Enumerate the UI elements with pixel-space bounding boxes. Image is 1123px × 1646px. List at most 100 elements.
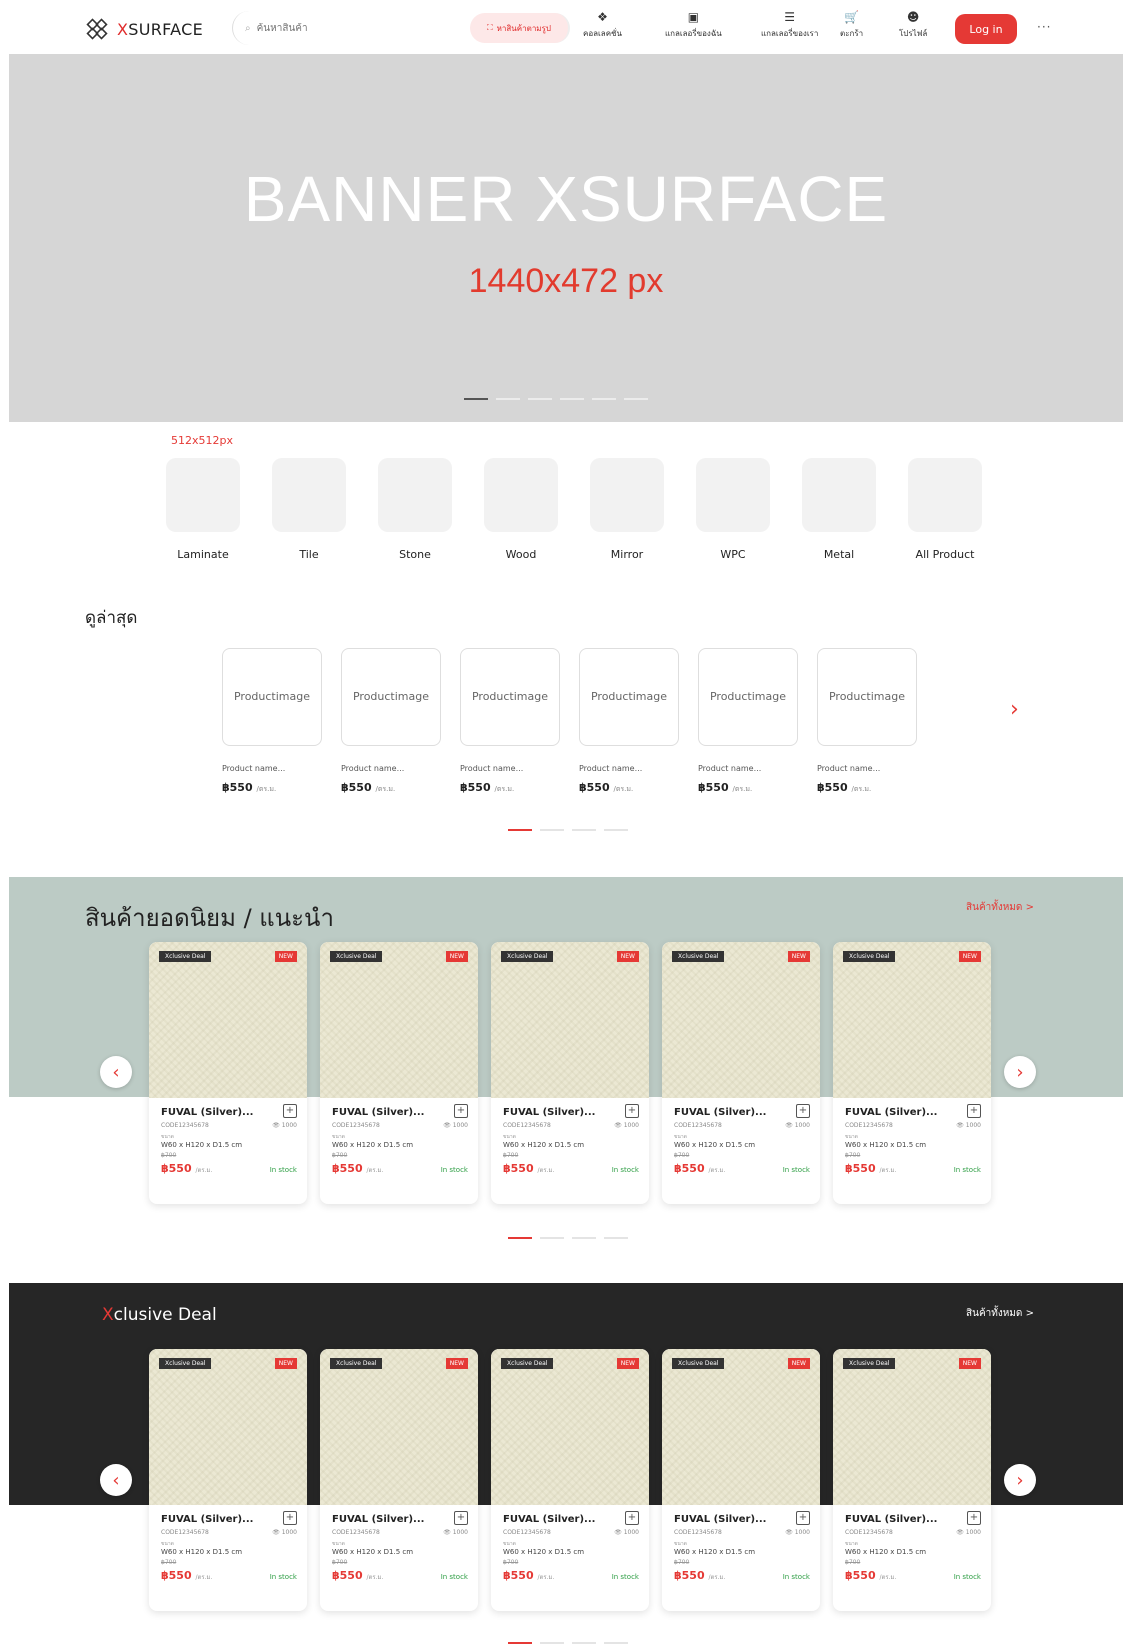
popular-see-all-link[interactable]: สินค้าทั้งหมด > xyxy=(966,900,1034,915)
nav-item-cart[interactable]: 🛒 ตะกร้า xyxy=(840,10,863,40)
product-dimensions: W60 x H120 x D1.5 cm xyxy=(161,1548,243,1556)
pagination-dot[interactable] xyxy=(572,1642,596,1644)
product-name: Product name... xyxy=(222,764,286,773)
banner-dot[interactable] xyxy=(496,398,520,400)
placeholder-text: image xyxy=(513,690,549,703)
nav-item-user[interactable]: ☻ โปรไฟล์ xyxy=(899,10,927,40)
banner-dot[interactable] xyxy=(592,398,616,400)
pagination-dot[interactable] xyxy=(508,1642,532,1644)
product-card[interactable]: Xclusive Deal NEW FUVAL (Silver)... + CODE12… xyxy=(662,942,820,1204)
popular-next-chevron-icon[interactable]: › xyxy=(1004,1056,1036,1088)
category-item[interactable]: Laminate xyxy=(150,458,256,561)
search-icon: ⌕ xyxy=(245,22,251,34)
stock-status: In stock xyxy=(440,1166,468,1174)
original-price: ฿700 xyxy=(674,1559,690,1566)
category-label: WPC xyxy=(720,548,746,561)
xclusive-product-cards: Xclusive Deal NEW FUVAL (Silver)... + CODE12… xyxy=(149,1349,991,1611)
pagination-dot[interactable] xyxy=(540,1642,564,1644)
product-image: Xclusive Deal NEW xyxy=(662,1349,820,1505)
compare-add-icon[interactable]: + xyxy=(796,1511,810,1525)
category-item[interactable]: Stone xyxy=(362,458,468,561)
product-card-body: FUVAL (Silver)... + CODE12345678 👁 1000 ขนาด… xyxy=(149,1098,307,1175)
nav-item-save[interactable]: ▣ แกลเลอรี่ของฉัน xyxy=(665,10,722,40)
deal-badge: Xclusive Deal xyxy=(159,1358,212,1369)
stock-status: In stock xyxy=(269,1573,297,1581)
compare-add-icon[interactable]: + xyxy=(454,1511,468,1525)
recent-product-item[interactable]: Product image Product name... ฿550 /ตร.ม. xyxy=(341,648,441,795)
deal-badge: Xclusive Deal xyxy=(843,1358,896,1369)
recent-product-item[interactable]: Product image Product name... ฿550 /ตร.ม. xyxy=(698,648,798,795)
login-button[interactable]: Log in xyxy=(955,14,1017,44)
compare-add-icon[interactable]: + xyxy=(625,1104,639,1118)
nav-item-label: แกลเลอรี่ของฉัน xyxy=(665,29,722,38)
more-menu-icon[interactable]: ··· xyxy=(1037,20,1051,34)
xclusive-see-all-link[interactable]: สินค้าทั้งหมด > xyxy=(966,1306,1034,1321)
product-card[interactable]: Xclusive Deal NEW FUVAL (Silver)... + CODE12… xyxy=(149,942,307,1204)
recent-next-chevron-icon[interactable]: › xyxy=(1010,697,1019,722)
category-item[interactable]: Tile xyxy=(256,458,362,561)
banner-dot[interactable] xyxy=(528,398,552,400)
product-card[interactable]: Xclusive Deal NEW FUVAL (Silver)... + CODE12… xyxy=(149,1349,307,1611)
pagination-dot[interactable] xyxy=(604,1642,628,1644)
category-image xyxy=(166,458,240,532)
banner-pagination xyxy=(464,398,648,400)
product-card[interactable]: Xclusive Deal NEW FUVAL (Silver)... + CODE12… xyxy=(491,1349,649,1611)
hero-banner[interactable]: BANNER XSURFACE 1440x472 px xyxy=(9,54,1123,422)
category-item[interactable]: All Product xyxy=(892,458,998,561)
product-dimensions: W60 x H120 x D1.5 cm xyxy=(845,1548,927,1556)
banner-dot[interactable] xyxy=(560,398,584,400)
pagination-dot[interactable] xyxy=(604,829,628,831)
pagination-dot[interactable] xyxy=(572,1237,596,1239)
xclusive-prev-chevron-icon[interactable]: ‹ xyxy=(100,1464,132,1496)
original-price: ฿700 xyxy=(161,1152,177,1159)
category-image xyxy=(802,458,876,532)
price-unit: /ตร.ม. xyxy=(256,785,277,793)
product-image: Xclusive Deal NEW xyxy=(833,942,991,1098)
search-box[interactable]: ⌕ xyxy=(232,11,432,45)
sale-price: ฿550 /ตร.ม. xyxy=(161,1569,212,1582)
product-card[interactable]: Xclusive Deal NEW FUVAL (Silver)... + CODE12… xyxy=(833,1349,991,1611)
recent-product-item[interactable]: Product image Product name... ฿550 /ตร.ม. xyxy=(222,648,322,795)
popular-prev-chevron-icon[interactable]: ‹ xyxy=(100,1056,132,1088)
pagination-dot[interactable] xyxy=(572,829,596,831)
category-item[interactable]: WPC xyxy=(680,458,786,561)
compare-add-icon[interactable]: + xyxy=(454,1104,468,1118)
logo[interactable]: XSURFACE xyxy=(85,17,203,41)
recent-product-item[interactable]: Product image Product name... ฿550 /ตร.ม. xyxy=(460,648,560,795)
stock-status: In stock xyxy=(782,1166,810,1174)
pagination-dot[interactable] xyxy=(540,1237,564,1239)
compare-add-icon[interactable]: + xyxy=(967,1104,981,1118)
recent-product-item[interactable]: Product image Product name... ฿550 /ตร.ม. xyxy=(579,648,679,795)
pagination-dot[interactable] xyxy=(508,1237,532,1239)
product-card-body: FUVAL (Silver)... + CODE12345678 👁 1000 ขนาด… xyxy=(491,1505,649,1582)
product-card[interactable]: Xclusive Deal NEW FUVAL (Silver)... + CODE12… xyxy=(662,1349,820,1611)
view-count: 👁 1000 xyxy=(272,1122,297,1129)
new-badge: NEW xyxy=(787,951,810,962)
category-item[interactable]: Metal xyxy=(786,458,892,561)
recent-product-item[interactable]: Product image Product name... ฿550 /ตร.ม. xyxy=(817,648,917,795)
compare-add-icon[interactable]: + xyxy=(967,1511,981,1525)
category-image xyxy=(590,458,664,532)
search-input[interactable] xyxy=(256,22,407,34)
nav-item-list[interactable]: ☰ แกลเลอรี่ของเรา xyxy=(761,10,818,40)
dimension-label: ขนาด xyxy=(674,1134,687,1140)
xclusive-next-chevron-icon[interactable]: › xyxy=(1004,1464,1036,1496)
category-item[interactable]: Mirror xyxy=(574,458,680,561)
banner-dot[interactable] xyxy=(624,398,648,400)
nav-item-catalog[interactable]: ❖ คอลเลคชั่น xyxy=(583,10,622,40)
pagination-dot[interactable] xyxy=(508,829,532,831)
recent-product-list: Product image Product name... ฿550 /ตร.ม. Pr… xyxy=(222,648,917,795)
product-card[interactable]: Xclusive Deal NEW FUVAL (Silver)... + CODE12… xyxy=(491,942,649,1204)
category-item[interactable]: Wood xyxy=(468,458,574,561)
banner-dot[interactable] xyxy=(464,398,488,400)
compare-add-icon[interactable]: + xyxy=(796,1104,810,1118)
image-search-button[interactable]: ⛶ หาสินค้าตามรูป xyxy=(470,13,570,43)
compare-add-icon[interactable]: + xyxy=(283,1104,297,1118)
compare-add-icon[interactable]: + xyxy=(283,1511,297,1525)
product-card[interactable]: Xclusive Deal NEW FUVAL (Silver)... + CODE12… xyxy=(833,942,991,1204)
compare-add-icon[interactable]: + xyxy=(625,1511,639,1525)
product-card[interactable]: Xclusive Deal NEW FUVAL (Silver)... + CODE12… xyxy=(320,942,478,1204)
product-card[interactable]: Xclusive Deal NEW FUVAL (Silver)... + CODE12… xyxy=(320,1349,478,1611)
pagination-dot[interactable] xyxy=(604,1237,628,1239)
pagination-dot[interactable] xyxy=(540,829,564,831)
